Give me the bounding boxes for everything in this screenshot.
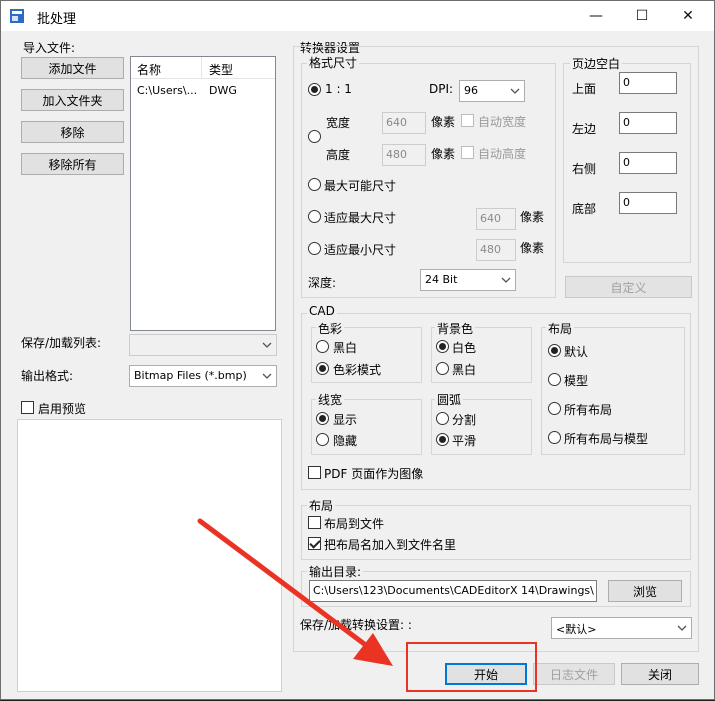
red-arrow-annotation [197, 518, 393, 666]
batch-window: 批处理 — ☐ ✕ 导入文件: 添加文件 加入文件夹 移除 移除所有 名称 类型… [0, 0, 715, 700]
